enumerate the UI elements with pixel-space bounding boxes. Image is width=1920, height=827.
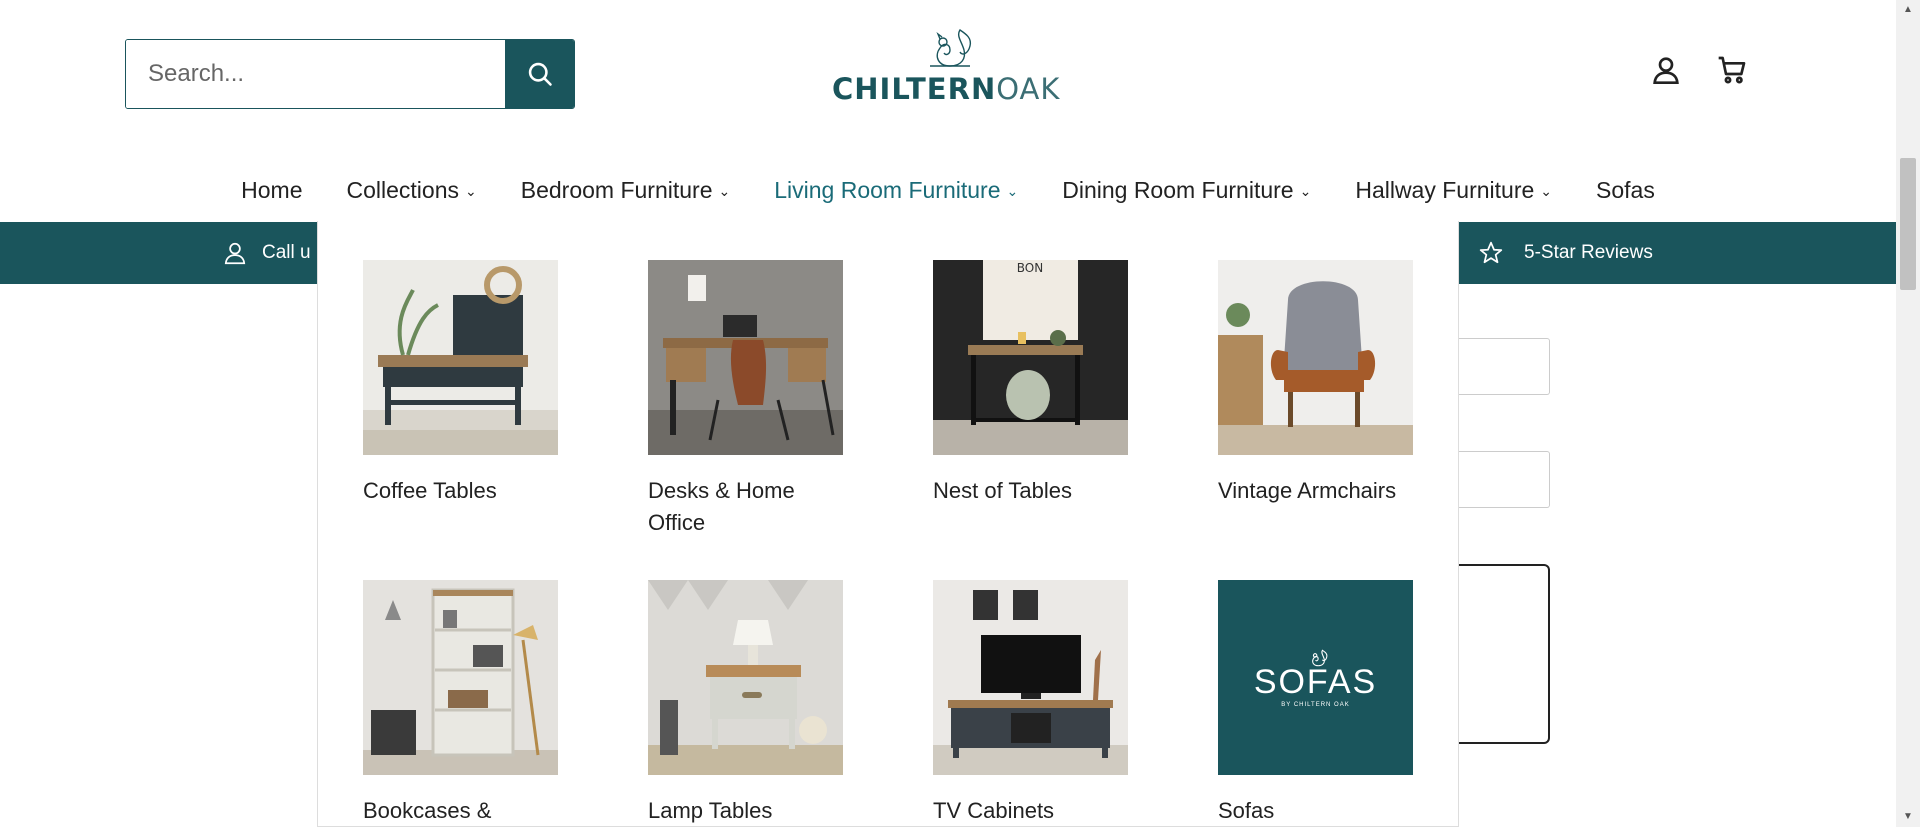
usp-call: Call u: [222, 240, 311, 266]
nav-collections[interactable]: Collections ⌄: [325, 177, 499, 204]
logo-text-light: OAK: [996, 72, 1061, 106]
nav-sofas[interactable]: Sofas: [1574, 177, 1677, 204]
category-label: Vintage Armchairs: [1218, 478, 1397, 503]
chevron-down-icon: ⌄: [718, 182, 731, 199]
cart-icon[interactable]: [1714, 52, 1750, 88]
category-label: Bookcases & Shelving: [363, 798, 492, 823]
bookcase-image: [363, 580, 558, 775]
chevron-down-icon: ⌄: [1540, 182, 1553, 199]
sofas-logo-tile: SOFAS BY CHILTERN OAK: [1218, 580, 1413, 775]
nav-label: Collections: [346, 176, 460, 203]
nav-dining-room-furniture[interactable]: Dining Room Furniture ⌄: [1040, 177, 1333, 204]
search-input[interactable]: [126, 40, 505, 108]
header-icons: [1648, 52, 1750, 88]
scrollbar-thumb[interactable]: [1900, 158, 1916, 290]
category-grid: Coffee Tables Desks & Home Office BON Ne…: [363, 260, 1413, 827]
nav-label: Bedroom Furniture: [520, 176, 713, 203]
category-card-vintage-armchairs[interactable]: Vintage Armchairs: [1218, 260, 1413, 580]
squirrel-logo-icon: [929, 29, 971, 67]
chevron-down-icon: ⌄: [465, 182, 477, 199]
category-card-sofas[interactable]: SOFAS BY CHILTERN OAK Sofas: [1218, 580, 1413, 827]
site-header: CHILTERNOAK Home Collections ⌄ Bedroom Fu…: [0, 0, 1896, 222]
usp-call-text: Call u: [262, 242, 311, 263]
search-form: [125, 39, 575, 109]
scroll-down-arrow[interactable]: ▼: [1902, 811, 1914, 823]
star-icon: [1479, 241, 1503, 264]
category-card-bookcases-shelving[interactable]: Bookcases & Shelving: [363, 580, 558, 827]
scroll-up-arrow[interactable]: ▲: [1902, 4, 1914, 16]
category-label: Lamp Tables: [648, 798, 773, 823]
lamp-table-image: [648, 580, 843, 775]
user-icon: [224, 242, 246, 265]
coffee-table-image: [363, 260, 558, 455]
nest-of-tables-image: BON: [933, 260, 1128, 455]
category-label: Coffee Tables: [363, 478, 497, 503]
nav-living-room-furniture[interactable]: Living Room Furniture ⌄: [752, 177, 1040, 204]
sofas-tile-subtitle: BY CHILTERN OAK: [1281, 702, 1350, 708]
nav-home[interactable]: Home: [219, 177, 324, 204]
category-label: TV Cabinets: [933, 798, 1055, 823]
nav-label: Sofas: [1596, 176, 1655, 203]
category-label: Desks & Home Office: [648, 478, 795, 535]
category-card-lamp-tables[interactable]: Lamp Tables: [648, 580, 843, 827]
nav-bedroom-furniture[interactable]: Bedroom Furniture ⌄: [499, 177, 752, 204]
nav-label: Home: [241, 176, 303, 203]
nav-label: Dining Room Furniture: [1062, 176, 1294, 203]
logo-text-bold: CHILTERN: [832, 72, 997, 106]
nav-label: Living Room Furniture: [774, 176, 1001, 203]
living-room-mega-menu: Coffee Tables Desks & Home Office BON Ne…: [317, 221, 1459, 827]
tv-cabinet-image: [933, 580, 1128, 775]
category-card-coffee-tables[interactable]: Coffee Tables: [363, 260, 558, 580]
nav-label: Hallway Furniture: [1355, 176, 1535, 203]
account-icon[interactable]: [1648, 52, 1684, 88]
category-label: Sofas: [1218, 798, 1275, 823]
nav-hallway-furniture[interactable]: Hallway Furniture ⌄: [1333, 177, 1574, 204]
armchair-image: [1218, 260, 1413, 455]
category-card-nest-of-tables[interactable]: BON Nest of Tables: [933, 260, 1128, 580]
usp-reviews: 5-Star Reviews: [1478, 240, 1653, 266]
search-icon: [528, 62, 552, 86]
main-nav: Home Collections ⌄ Bedroom Furniture ⌄ Liv…: [0, 160, 1896, 220]
category-card-desks-home-office[interactable]: Desks & Home Office: [648, 260, 843, 580]
chevron-down-icon: ⌄: [1006, 182, 1019, 199]
sofas-tile-title: SOFAS: [1253, 663, 1378, 701]
desk-image: [648, 260, 843, 455]
chevron-down-icon: ⌄: [1299, 182, 1312, 199]
svg-text:BON: BON: [1017, 261, 1043, 275]
usp-reviews-text: 5-Star Reviews: [1524, 242, 1653, 263]
page-scrollbar[interactable]: ▲ ▼: [1896, 0, 1920, 827]
category-card-tv-cabinets[interactable]: TV Cabinets: [933, 580, 1128, 827]
search-button[interactable]: [505, 40, 574, 108]
site-logo[interactable]: CHILTERNOAK: [832, 26, 1061, 112]
category-label: Nest of Tables: [933, 478, 1073, 503]
